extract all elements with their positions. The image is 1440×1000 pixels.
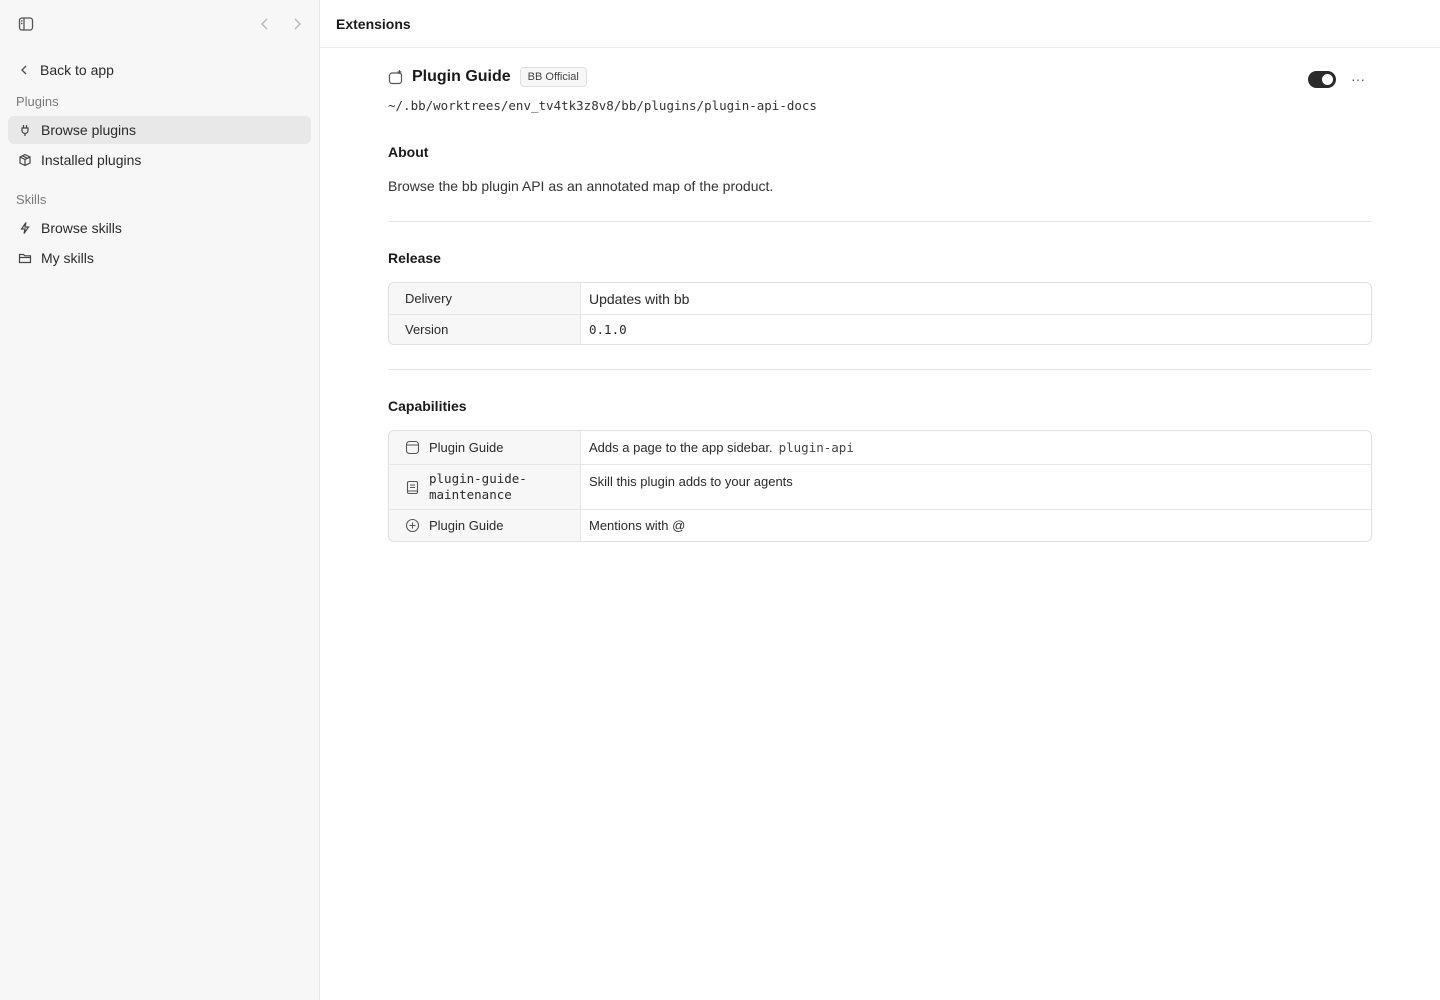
capability-desc-cell: Skill this plugin adds to your agents bbox=[581, 465, 1371, 509]
release-key: Delivery bbox=[389, 283, 581, 314]
table-row: Delivery Updates with bb bbox=[389, 283, 1371, 314]
capability-name: Plugin Guide bbox=[429, 440, 504, 455]
mention-icon bbox=[405, 518, 420, 533]
capability-desc: Adds a page to the app sidebar. bbox=[589, 440, 773, 455]
capability-desc-cell: Adds a page to the app sidebar. plugin-a… bbox=[581, 431, 1371, 464]
page-icon bbox=[405, 440, 420, 455]
table-row: Plugin Guide Adds a page to the app side… bbox=[389, 431, 1371, 464]
capability-desc: Skill this plugin adds to your agents bbox=[589, 474, 793, 489]
sidebar-item-my-skills[interactable]: My skills bbox=[8, 244, 311, 272]
sidebar: Back to app Plugins Browse plugins Insta… bbox=[0, 0, 320, 1000]
toggle-knob bbox=[1322, 74, 1333, 85]
capability-name: Plugin Guide bbox=[429, 518, 504, 533]
about-text: Browse the bb plugin API as an annotated… bbox=[388, 178, 774, 194]
capabilities-heading: Capabilities bbox=[388, 398, 467, 414]
folder-icon bbox=[17, 251, 32, 266]
divider bbox=[388, 221, 1372, 222]
sidebar-toggle-icon[interactable] bbox=[18, 16, 34, 32]
main-panel: Extensions Plugin Guide BB Official ··· … bbox=[320, 0, 1440, 1000]
sidebar-item-browse-plugins[interactable]: Browse plugins bbox=[8, 116, 311, 144]
release-heading: Release bbox=[388, 250, 441, 266]
book-icon bbox=[406, 480, 419, 494]
bolt-icon bbox=[17, 221, 32, 236]
divider bbox=[388, 369, 1372, 370]
capability-name-line: plugin-guide- bbox=[429, 471, 527, 486]
more-options-button[interactable]: ··· bbox=[1350, 70, 1366, 88]
capabilities-table: Plugin Guide Adds a page to the app side… bbox=[388, 430, 1372, 542]
sidebar-topbar bbox=[0, 0, 319, 48]
capability-name-line: maintenance bbox=[429, 487, 512, 502]
capability-name-cell: Plugin Guide bbox=[389, 510, 581, 541]
sidebar-item-browse-skills[interactable]: Browse skills bbox=[8, 214, 311, 242]
sidebar-item-label: Browse skills bbox=[41, 220, 122, 236]
capability-name-cell: plugin-guide- maintenance bbox=[389, 465, 581, 509]
sidebar-item-label: Installed plugins bbox=[41, 152, 142, 168]
release-key: Version bbox=[389, 315, 581, 344]
topbar: Extensions bbox=[320, 0, 1440, 48]
release-value: 0.1.0 bbox=[589, 322, 627, 337]
skills-section-label: Skills bbox=[16, 192, 47, 207]
plugin-page-icon bbox=[388, 70, 403, 85]
back-to-app-link[interactable]: Back to app bbox=[8, 56, 311, 84]
plugin-path: ~/.bb/worktrees/env_tv4tk3z8v8/bb/plugin… bbox=[388, 98, 817, 113]
page-title: Extensions bbox=[336, 15, 411, 32]
capability-desc: Mentions with @ bbox=[589, 518, 686, 533]
about-heading: About bbox=[388, 144, 429, 160]
enable-plugin-toggle[interactable] bbox=[1308, 71, 1336, 88]
chevron-left-icon bbox=[21, 65, 27, 75]
plugin-name: Plugin Guide bbox=[412, 68, 511, 85]
table-row: plugin-guide- maintenance Skill this plu… bbox=[389, 464, 1371, 509]
back-to-app-label: Back to app bbox=[40, 62, 114, 78]
table-row: Plugin Guide Mentions with @ bbox=[389, 509, 1371, 541]
chevron-left-icon[interactable] bbox=[258, 16, 272, 32]
package-icon bbox=[17, 153, 32, 168]
table-row: Version 0.1.0 bbox=[389, 314, 1371, 344]
release-value: Updates with bb bbox=[589, 290, 690, 307]
sidebar-item-label: My skills bbox=[41, 250, 94, 266]
plug-icon bbox=[17, 123, 32, 138]
official-badge: BB Official bbox=[519, 67, 587, 87]
capability-name-cell: Plugin Guide bbox=[389, 431, 581, 464]
capability-tag: plugin-api bbox=[778, 440, 854, 455]
capability-name: plugin-guide- maintenance bbox=[429, 471, 527, 503]
capability-desc-cell: Mentions with @ bbox=[581, 510, 1371, 541]
plugin-header: Plugin Guide BB Official bbox=[388, 66, 1372, 88]
sidebar-item-installed-plugins[interactable]: Installed plugins bbox=[8, 146, 311, 174]
sidebar-item-label: Browse plugins bbox=[41, 122, 136, 138]
release-table: Delivery Updates with bb Version 0.1.0 bbox=[388, 282, 1372, 345]
chevron-right-icon[interactable] bbox=[290, 16, 304, 32]
plugins-section-label: Plugins bbox=[16, 94, 59, 109]
